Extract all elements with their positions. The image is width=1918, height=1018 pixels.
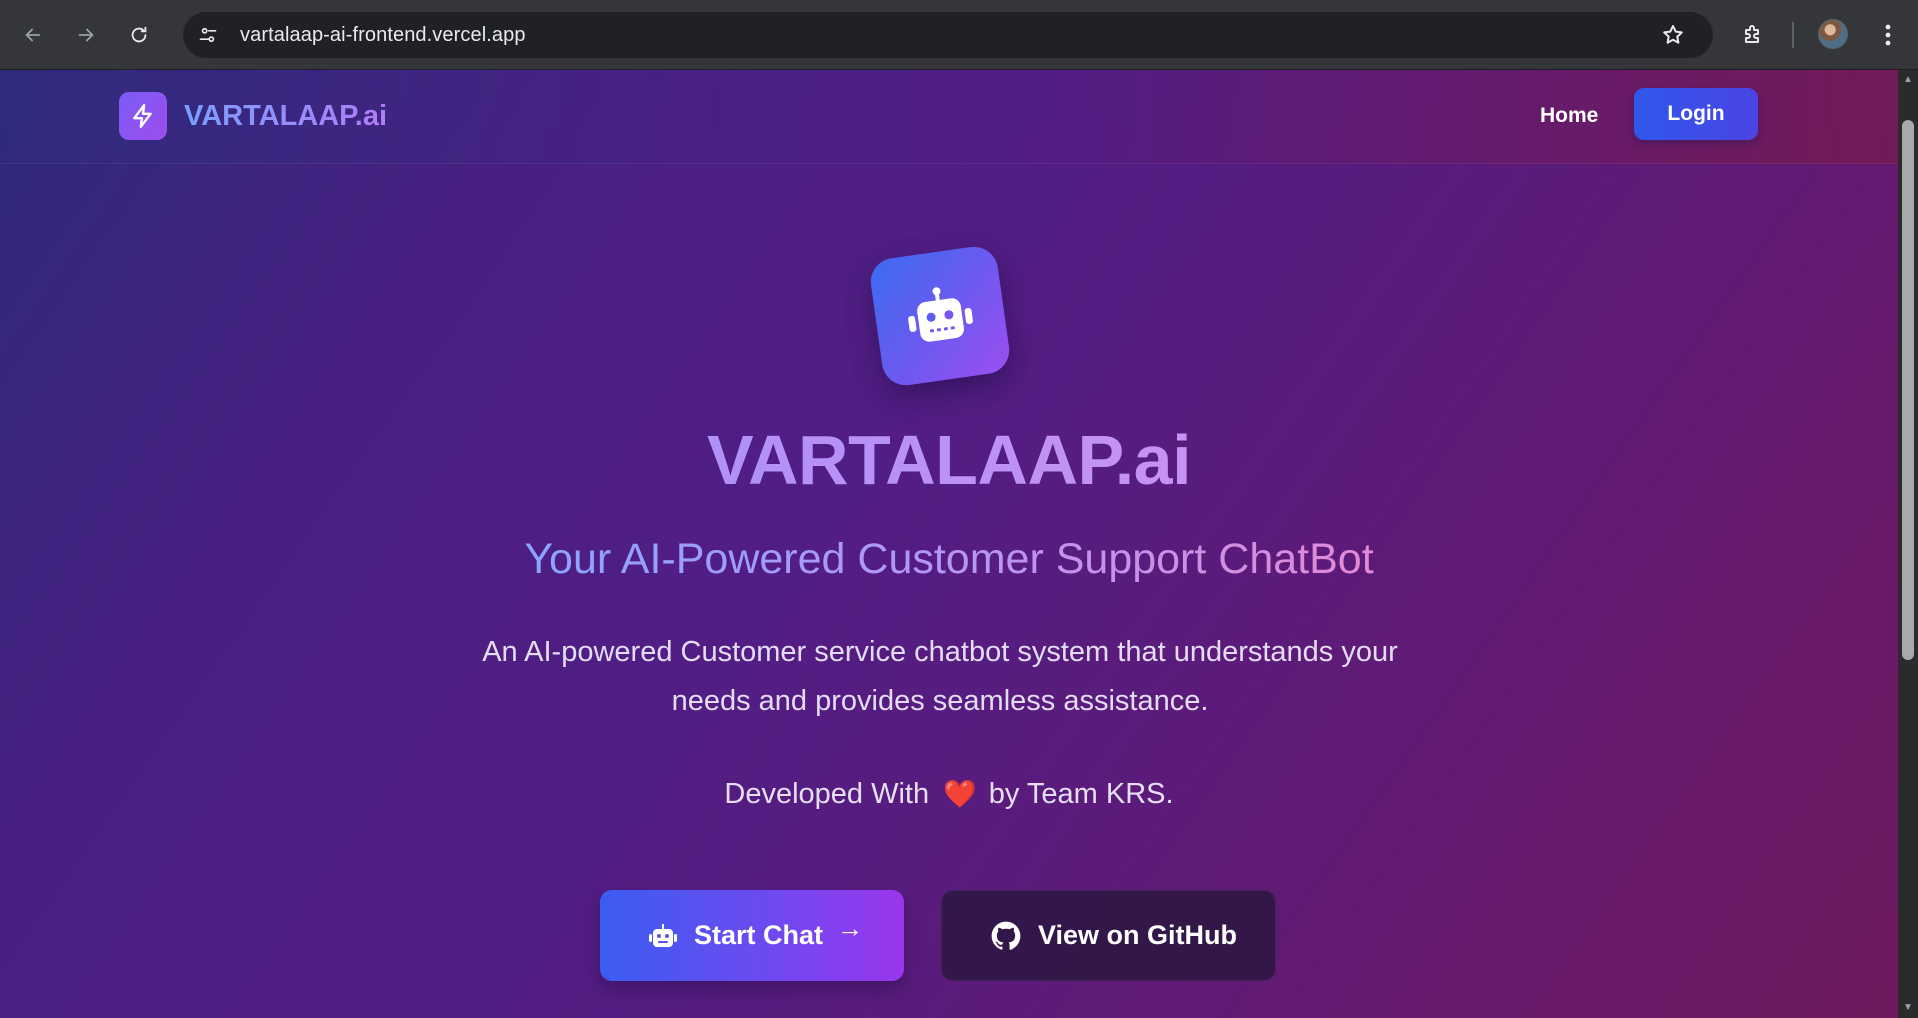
bookmark-button[interactable]	[1655, 17, 1691, 53]
url-text[interactable]: vartalaap-ai-frontend.vercel.app	[240, 24, 526, 47]
robot-icon	[867, 243, 1013, 389]
nav-home-link[interactable]: Home	[1540, 104, 1598, 128]
avatar[interactable]	[1818, 19, 1848, 49]
reload-icon	[131, 26, 147, 42]
brand-logo[interactable]: VARTALAAP.ai	[119, 92, 387, 140]
extensions-button[interactable]	[1735, 17, 1771, 53]
browser-menu-button[interactable]	[1872, 17, 1904, 53]
hero-credit: Developed With ❤️ by Team KRS.	[0, 778, 1898, 811]
forward-button[interactable]	[68, 17, 104, 53]
start-chat-button[interactable]: Start Chat →	[600, 890, 904, 981]
credit-prefix: Developed With	[724, 778, 930, 810]
browser-toolbar: vartalaap-ai-frontend.vercel.app	[0, 0, 1918, 70]
scroll-up-arrow[interactable]: ▲	[1902, 74, 1914, 86]
start-chat-label: Start Chat	[694, 920, 824, 950]
heart-icon: ❤️	[943, 779, 977, 809]
page-viewport: VARTALAAP.ai Home Login VARTALAAP.ai You…	[0, 70, 1898, 1018]
arrow-left-icon	[25, 28, 41, 41]
login-button[interactable]: Login	[1634, 88, 1758, 140]
puzzle-icon	[1745, 25, 1759, 43]
scrollbar-thumb[interactable]	[1902, 120, 1914, 660]
reload-button[interactable]	[121, 17, 157, 53]
address-bar[interactable]: vartalaap-ai-frontend.vercel.app	[183, 12, 1713, 58]
star-icon	[1663, 25, 1683, 44]
page-scrollbar[interactable]: ▲ ▼	[1898, 70, 1918, 1018]
brand-name: VARTALAAP.ai	[184, 99, 388, 132]
toolbar-divider	[1792, 22, 1794, 48]
credit-suffix: by Team KRS.	[988, 778, 1174, 810]
tune-icon	[199, 27, 217, 43]
hero-subtitle: Your AI-Powered Customer Support ChatBot	[0, 535, 1898, 584]
view-github-label: View on GitHub	[1038, 920, 1238, 950]
arrow-right-icon: →	[837, 913, 864, 943]
kebab-menu-icon	[1885, 24, 1891, 46]
hero-title-text: VARTALAAP.ai	[706, 421, 1192, 499]
view-github-button[interactable]: View on GitHub	[941, 890, 1276, 981]
hero-subtitle-text: Your AI-Powered Customer Support ChatBot	[524, 535, 1374, 583]
lightning-bolt-icon	[119, 92, 167, 140]
github-icon	[990, 920, 1022, 952]
back-button[interactable]	[15, 17, 51, 53]
site-navbar: VARTALAAP.ai Home Login	[0, 70, 1898, 164]
hero-title: VARTALAAP.ai	[0, 420, 1898, 500]
site-info-button[interactable]	[190, 17, 226, 53]
scroll-down-arrow[interactable]: ▼	[1902, 1002, 1914, 1014]
hero-description: An AI-powered Customer service chatbot s…	[482, 636, 1398, 717]
robot-icon	[647, 920, 679, 952]
arrow-right-icon	[78, 28, 94, 41]
